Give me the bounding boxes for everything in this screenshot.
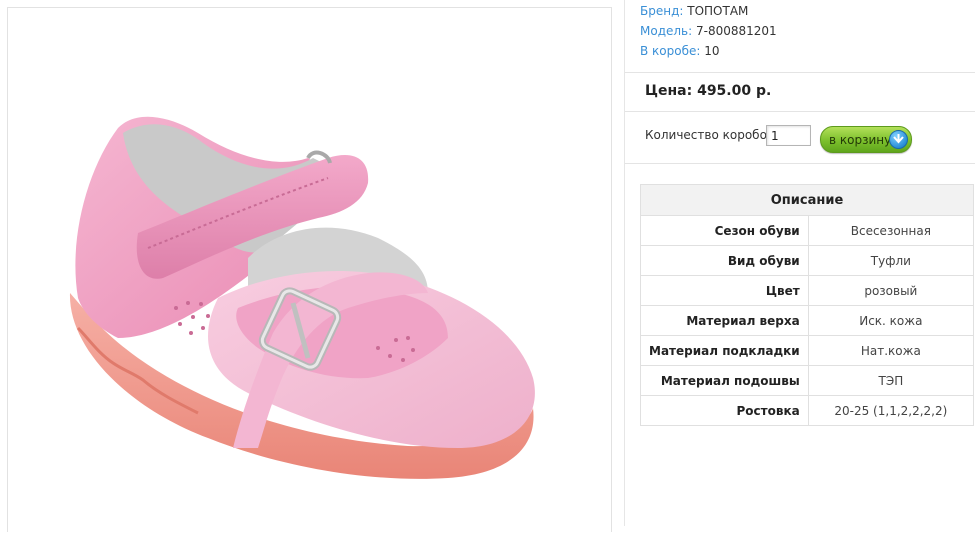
row-value: Нат.кожа	[807, 335, 975, 366]
qty-label: Количество коробов:	[645, 128, 779, 142]
column-divider	[624, 0, 625, 526]
table-row: Вид обуви Туфли	[640, 245, 975, 276]
brand-row: Бренд: ТОПОТАМ	[640, 4, 777, 24]
row-value: ТЭП	[807, 365, 975, 396]
price-value: 495.00 р.	[697, 83, 772, 99]
row-value: розовый	[807, 275, 975, 306]
model-label: Модель:	[640, 24, 693, 38]
brand-value: ТОПОТАМ	[687, 4, 749, 18]
row-key: Сезон обуви	[640, 215, 809, 246]
table-row: Материал верха Иск. кожа	[640, 305, 975, 336]
row-key: Вид обуви	[640, 245, 809, 276]
row-key: Материал подкладки	[640, 335, 809, 366]
table-row: Цвет розовый	[640, 275, 975, 306]
description-table: Описание Сезон обуви Всесезонная Вид обу…	[640, 184, 975, 426]
row-key: Ростовка	[640, 395, 809, 426]
row-key: Материал подошвы	[640, 365, 809, 396]
table-row: Материал подошвы ТЭП	[640, 365, 975, 396]
table-row: Материал подкладки Нат.кожа	[640, 335, 975, 366]
table-row: Ростовка 20-25 (1,1,2,2,2,2)	[640, 395, 975, 426]
row-value: Всесезонная	[807, 215, 975, 246]
add-to-cart-label: в корзину	[829, 133, 892, 147]
table-row: Сезон обуви Всесезонная	[640, 215, 975, 246]
row-value: Туфли	[807, 245, 975, 276]
brand-label: Бренд:	[640, 4, 684, 18]
row-key: Материал верха	[640, 305, 809, 336]
divider-line	[625, 72, 975, 73]
divider-line	[625, 111, 975, 112]
qty-input[interactable]	[766, 125, 811, 146]
add-to-cart-button[interactable]: в корзину	[820, 126, 912, 153]
product-image[interactable]	[7, 7, 612, 532]
price: Цена: 495.00 р.	[645, 83, 771, 99]
model-row: Модель: 7-800881201	[640, 24, 777, 44]
row-value: Иск. кожа	[807, 305, 975, 336]
row-value: 20-25 (1,1,2,2,2,2)	[807, 395, 975, 426]
box-value: 10	[704, 44, 720, 58]
product-info: Бренд: ТОПОТАМ Модель: 7-800881201 В кор…	[640, 4, 777, 64]
box-row: В коробе: 10	[640, 44, 777, 64]
model-value: 7-800881201	[696, 24, 777, 38]
divider-line	[625, 163, 975, 164]
row-key: Цвет	[640, 275, 809, 306]
shoe-illustration	[69, 116, 535, 479]
arrow-down-icon	[889, 130, 908, 149]
description-title: Описание	[640, 184, 974, 216]
box-label: В коробе:	[640, 44, 701, 58]
price-label: Цена:	[645, 83, 693, 99]
